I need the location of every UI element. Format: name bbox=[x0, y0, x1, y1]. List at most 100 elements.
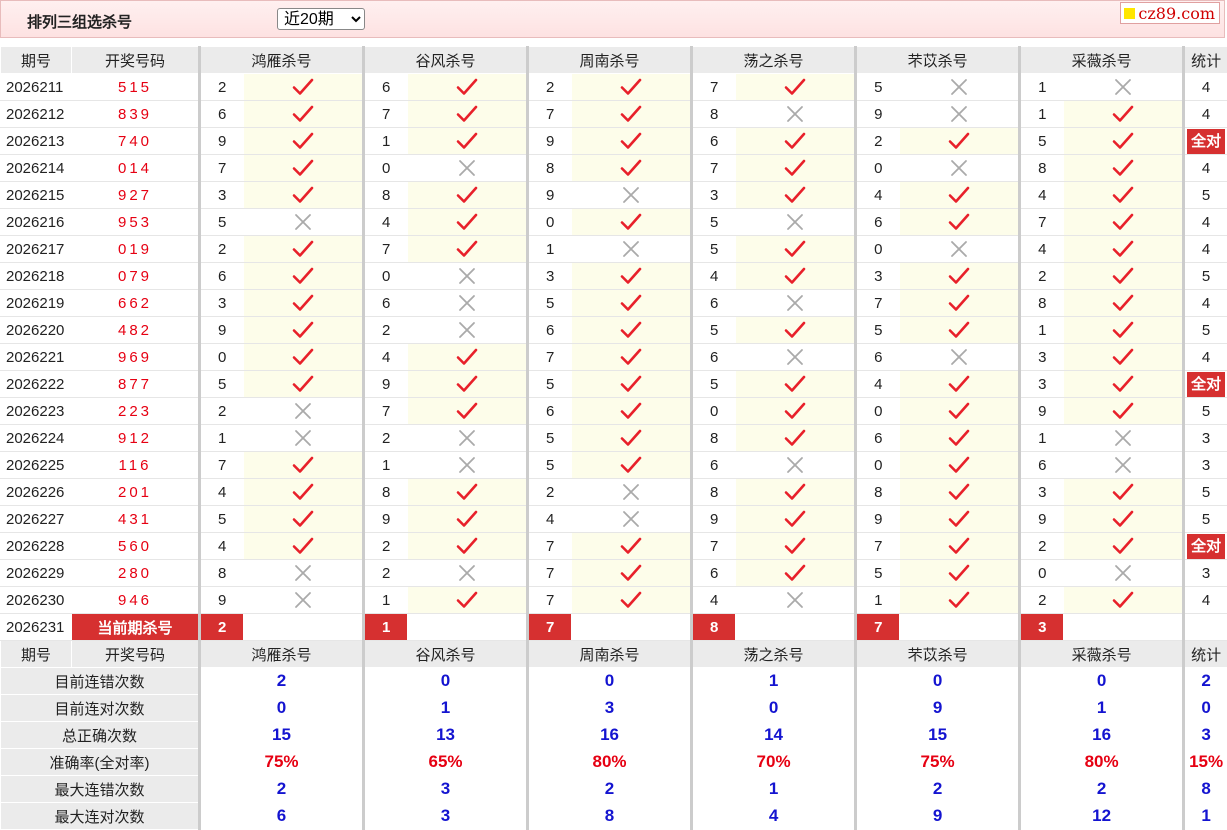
cross-icon bbox=[458, 321, 476, 339]
cross-icon bbox=[1114, 78, 1132, 96]
draw-number-cell: 560 bbox=[72, 533, 200, 560]
col-expert: 荡之杀号 bbox=[692, 47, 856, 74]
kill-number-cell: 4 bbox=[364, 344, 408, 371]
table-row: 20262140147087084 bbox=[1, 155, 1227, 182]
kill-number-cell: 9 bbox=[528, 182, 572, 209]
result-mark-cell bbox=[736, 317, 856, 344]
check-icon bbox=[948, 186, 970, 204]
check-icon bbox=[948, 375, 970, 393]
result-mark-cell bbox=[244, 155, 364, 182]
result-mark-cell bbox=[900, 371, 1020, 398]
kill-number-cell: 9 bbox=[692, 506, 736, 533]
summary-value: 1 bbox=[692, 776, 856, 803]
kill-number-cell: 4 bbox=[200, 533, 244, 560]
current-kill-number: 8 bbox=[692, 614, 736, 641]
cross-icon bbox=[294, 591, 312, 609]
result-mark-cell bbox=[408, 398, 528, 425]
kill-number-cell: 6 bbox=[364, 74, 408, 101]
period-cell: 2026215 bbox=[1, 182, 72, 209]
cross-icon bbox=[622, 186, 640, 204]
result-mark-cell bbox=[244, 236, 364, 263]
kill-number-cell: 7 bbox=[1020, 209, 1064, 236]
check-icon bbox=[456, 591, 478, 609]
check-icon bbox=[292, 375, 314, 393]
table-row: 20262232232760095 bbox=[1, 398, 1227, 425]
top-bar: 排列三组选杀号 近20期 cz89.com bbox=[0, 0, 1225, 38]
kill-number-cell: 1 bbox=[1020, 425, 1064, 452]
result-mark-cell bbox=[244, 479, 364, 506]
col-expert: 芣苡杀号 bbox=[856, 47, 1020, 74]
summary-stat: 0 bbox=[1184, 695, 1227, 722]
result-mark-cell bbox=[900, 506, 1020, 533]
kill-number-cell: 4 bbox=[1020, 182, 1064, 209]
summary-stat: 1 bbox=[1184, 803, 1227, 830]
check-icon bbox=[620, 456, 642, 474]
col-period: 期号 bbox=[1, 47, 72, 74]
result-mark-cell bbox=[736, 74, 856, 101]
check-icon bbox=[620, 321, 642, 339]
kill-number-cell: 3 bbox=[1020, 371, 1064, 398]
result-mark-cell bbox=[572, 101, 692, 128]
kill-number-cell: 4 bbox=[692, 587, 736, 614]
summary-row: 目前连错次数2001002 bbox=[1, 668, 1227, 695]
result-mark-cell bbox=[736, 506, 856, 533]
check-icon bbox=[1112, 591, 1134, 609]
kill-number-cell: 6 bbox=[692, 452, 736, 479]
col-expert: 周南杀号 bbox=[528, 47, 692, 74]
result-mark-cell bbox=[408, 209, 528, 236]
kill-number-cell: 8 bbox=[364, 479, 408, 506]
summary-value: 0 bbox=[692, 695, 856, 722]
check-icon bbox=[620, 132, 642, 150]
summary-stat: 15% bbox=[1184, 749, 1227, 776]
cross-icon bbox=[1114, 429, 1132, 447]
kill-number-cell: 7 bbox=[528, 101, 572, 128]
kill-number-cell: 7 bbox=[856, 533, 900, 560]
period-range-select[interactable]: 近20期 bbox=[277, 8, 365, 30]
kill-number-cell: 1 bbox=[364, 452, 408, 479]
check-icon bbox=[456, 186, 478, 204]
result-mark-cell bbox=[900, 155, 1020, 182]
result-mark-cell bbox=[736, 452, 856, 479]
site-logo[interactable]: cz89.com bbox=[1120, 2, 1220, 24]
current-period-row: 2026231当前期杀号217873 bbox=[1, 614, 1227, 641]
check-icon bbox=[456, 402, 478, 420]
result-mark-cell bbox=[244, 74, 364, 101]
table-row: 20262292808276503 bbox=[1, 560, 1227, 587]
result-mark-cell bbox=[244, 587, 364, 614]
result-mark-cell bbox=[408, 506, 528, 533]
check-icon bbox=[292, 159, 314, 177]
kill-number-cell: 1 bbox=[364, 587, 408, 614]
cross-icon bbox=[294, 213, 312, 231]
kill-number-cell: 0 bbox=[856, 398, 900, 425]
result-mark-cell bbox=[408, 155, 528, 182]
table-row: 2026228560427772全对 bbox=[1, 533, 1227, 560]
result-mark-cell bbox=[900, 533, 1020, 560]
kill-number-cell: 5 bbox=[200, 506, 244, 533]
summary-value: 0 bbox=[856, 668, 1020, 695]
kill-number-cell: 3 bbox=[200, 290, 244, 317]
draw-number-cell: 969 bbox=[72, 344, 200, 371]
summary-row: 最大连对次数63849121 bbox=[1, 803, 1227, 830]
result-mark-cell bbox=[408, 479, 528, 506]
kill-number-cell: 8 bbox=[1020, 290, 1064, 317]
draw-number-cell: 014 bbox=[72, 155, 200, 182]
check-icon bbox=[292, 78, 314, 96]
period-cell: 2026229 bbox=[1, 560, 72, 587]
kill-number-cell: 0 bbox=[364, 263, 408, 290]
table-row: 20262170192715044 bbox=[1, 236, 1227, 263]
kill-number-cell: 2 bbox=[364, 533, 408, 560]
summary-stat: 2 bbox=[1184, 668, 1227, 695]
kill-number-cell: 3 bbox=[200, 182, 244, 209]
result-mark-cell bbox=[1064, 479, 1184, 506]
check-icon bbox=[292, 510, 314, 528]
summary-stat: 3 bbox=[1184, 722, 1227, 749]
result-mark-cell bbox=[408, 344, 528, 371]
cross-icon bbox=[950, 78, 968, 96]
col-expert: 采薇杀号 bbox=[1020, 641, 1184, 668]
summary-row: 总正确次数1513161415163 bbox=[1, 722, 1227, 749]
kill-number-cell: 7 bbox=[200, 452, 244, 479]
summary-label: 最大连错次数 bbox=[1, 776, 200, 803]
draw-number-cell: 877 bbox=[72, 371, 200, 398]
result-mark-cell bbox=[1064, 209, 1184, 236]
kill-number-cell: 7 bbox=[364, 398, 408, 425]
